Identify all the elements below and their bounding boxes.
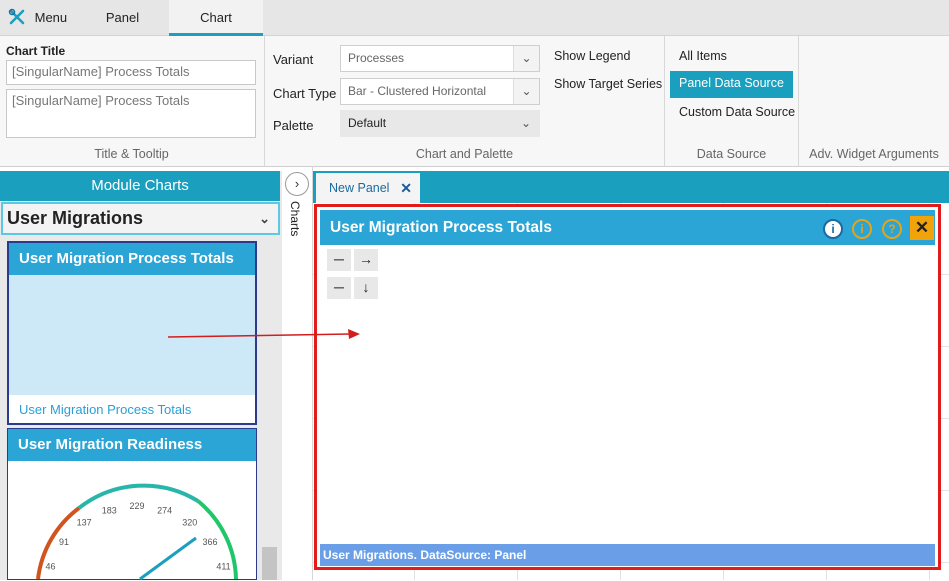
minus-icon[interactable]: ─ [327,277,351,299]
chart-card-readiness[interactable]: User Migration Readiness 46 91 137 183 229 27… [7,428,257,581]
gauge-tick-label: 274 [157,505,172,515]
all-items-option[interactable]: All Items [670,44,736,68]
tab-chart-options[interactable]: Chart Options [169,0,263,60]
chart-type-value: Bar - Clustered Horizontal [348,84,487,98]
module-select[interactable]: User Migrations ⌄ [1,202,280,235]
chevron-down-icon: ⌄ [520,116,532,130]
variant-value: Processes [348,51,405,65]
tab-panel-options[interactable]: Panel Options [75,0,170,61]
chart-card-title: User Migration Readiness [8,429,256,461]
help-icon[interactable]: ? [882,219,902,239]
chevron-down-icon: ⌄ [259,211,270,226]
module-select-value: User Migrations [7,208,144,228]
menu-bar: Menu Panel Options Chart Options [0,0,949,61]
arrow-right-icon[interactable]: → [354,249,378,271]
chart-type-label: Chart Type [273,86,337,101]
chevron-down-icon: ⌄ [513,79,539,104]
module-charts-header: Module Charts [0,171,280,201]
variant-select[interactable]: Processes ⌄ [340,45,540,72]
panel-scrollbar[interactable] [262,547,277,580]
ribbon: Chart Title [SingularName] Process Total… [0,36,949,167]
palette-label: Palette [273,118,314,133]
panel-data-source-option[interactable]: Panel Data Source [670,71,793,98]
chart-widget[interactable]: User Migration Process Totals i i ? ✕ ─ … [314,204,941,570]
gauge-tick-label: 183 [102,505,117,515]
chevron-right-icon: › [294,176,300,191]
chart-title-input[interactable]: [SingularName] Process Totals [6,60,256,85]
tab-new-panel[interactable]: New Panel ✕ [316,173,420,203]
details-icon[interactable]: i [852,219,872,239]
chart-card-caption: User Migration Process Totals [19,402,192,417]
minus-icon[interactable]: ─ [327,249,351,271]
palette-select[interactable]: Default ⌄ [340,110,540,137]
tools-icon [8,8,25,25]
gauge-tick-label: 46 [45,562,55,572]
data-source-group-label: Data Source [696,147,767,161]
gauge-tick-label: 366 [202,537,217,547]
panel-tab-bar: New Panel ✕ [313,171,949,203]
gauge-tick-label: 411 [216,562,230,572]
show-legend-toggle[interactable]: Show Legend [554,49,630,63]
gauge-tick-label: 320 [182,518,197,528]
charts-strip-label[interactable]: Charts [288,201,302,236]
close-icon[interactable]: ✕ [400,173,412,203]
title-tooltip-group-label: Title & Tooltip [94,147,169,161]
drag-arrow [167,329,360,339]
tooltip-input[interactable]: [SingularName] Process Totals [6,89,256,138]
arrow-head-icon [348,329,360,339]
close-icon[interactable]: ✕ [910,216,934,240]
menu-button[interactable]: Menu [0,0,77,36]
variant-label: Variant [273,52,314,67]
gauge-tick-label: 137 [77,518,92,528]
gauge-tick-label: 229 [129,501,144,511]
custom-data-source-option[interactable]: Custom Data Source [670,100,804,124]
gauge-tick-label: 91 [59,537,69,547]
chart-title-label: Chart Title [6,44,66,58]
arrow-down-icon[interactable]: ↓ [354,277,378,299]
widget-footer: User Migrations. DataSource: Panel [320,544,935,566]
module-charts-panel: Module Charts User Migrations ⌄ User Mig… [0,171,282,581]
chart-palette-group-label: Chart and Palette [415,147,514,161]
widget-title: User Migration Process Totals [330,219,552,236]
gauge-preview: 46 91 137 183 229 274 320 366 411 [36,483,238,581]
tab-new-panel-label: New Panel [329,181,390,195]
show-target-series-toggle[interactable]: Show Target Series [554,77,662,91]
chart-type-select[interactable]: Bar - Clustered Horizontal ⌄ [340,78,540,105]
menu-label: Menu [34,10,68,25]
palette-value: Default [348,116,387,130]
info-icon[interactable]: i [823,219,843,239]
adv-widget-arguments-label[interactable]: Adv. Widget Arguments [799,147,949,161]
charts-strip: › Charts [282,167,313,580]
chart-card-title: User Migration Process Totals [9,243,255,275]
widget-header: User Migration Process Totals i i ? ✕ [320,210,935,245]
gauge-needle [139,536,197,581]
collapse-charts-button[interactable]: › [285,172,309,196]
chevron-down-icon: ⌄ [513,46,539,71]
